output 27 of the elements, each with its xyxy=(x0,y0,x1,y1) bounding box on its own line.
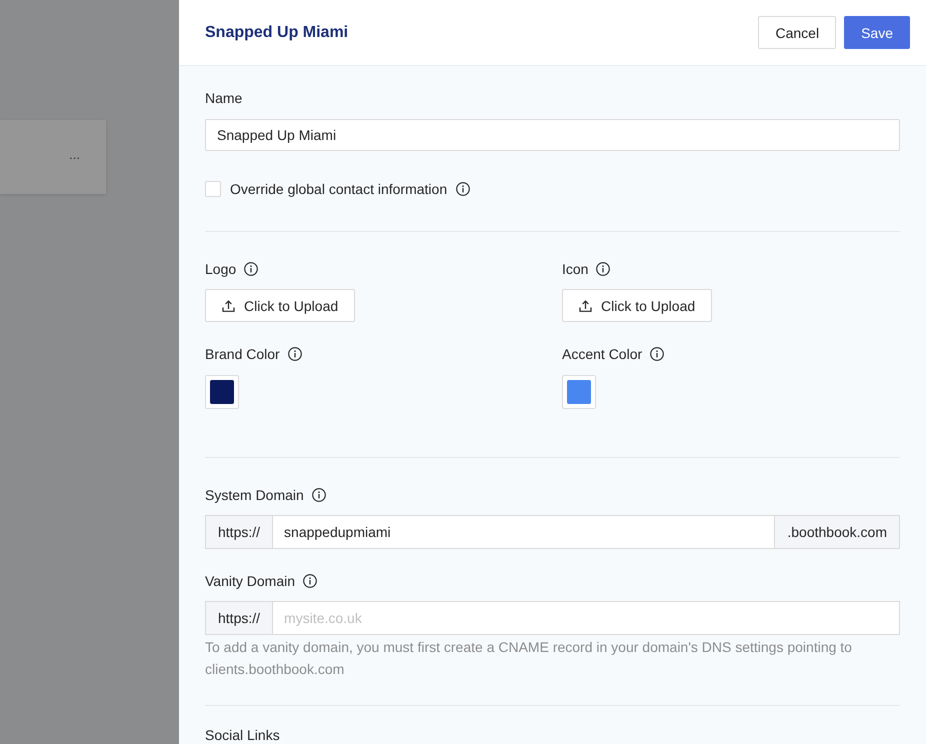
field-label: Vanity Domain xyxy=(205,572,296,591)
upload-icon xyxy=(222,300,235,312)
cancel-button[interactable]: Cancel xyxy=(758,16,836,49)
color-picker[interactable] xyxy=(562,375,596,409)
field-label: Icon xyxy=(562,260,588,279)
section-title: Social Links xyxy=(205,726,281,744)
url-prefix: https:// xyxy=(205,515,272,549)
field-label: Logo xyxy=(205,260,236,279)
help-text: To add a vanity domain, you must first create a CNAME record in your domain's DNS settings pointing to clients.boothbook.com xyxy=(205,638,853,679)
checkbox[interactable] xyxy=(205,181,221,197)
name-input[interactable]: Snapped Up Miami xyxy=(205,119,900,151)
upload-button[interactable]: Click to Upload xyxy=(562,289,712,322)
upload-button[interactable]: Click to Upload xyxy=(205,289,356,322)
more-options[interactable]: ... xyxy=(69,147,80,163)
color-picker[interactable] xyxy=(205,375,239,409)
field-label: Accent Color xyxy=(562,345,642,364)
url-prefix: https:// xyxy=(205,601,272,635)
field-label: Brand Color xyxy=(205,345,280,364)
save-button[interactable]: Save xyxy=(844,16,910,49)
checkbox-label: Override global contact information xyxy=(230,180,448,199)
domain-input[interactable]: snappedupmiami xyxy=(272,515,776,549)
drawer-title: Snapped Up Miami xyxy=(205,24,348,42)
field-label: System Domain xyxy=(205,486,304,505)
upload-icon xyxy=(579,300,592,312)
domain-suffix: .boothbook.com xyxy=(775,515,900,549)
domain-input[interactable]: mysite.co.uk xyxy=(272,601,900,635)
field-label: Name xyxy=(205,89,242,108)
